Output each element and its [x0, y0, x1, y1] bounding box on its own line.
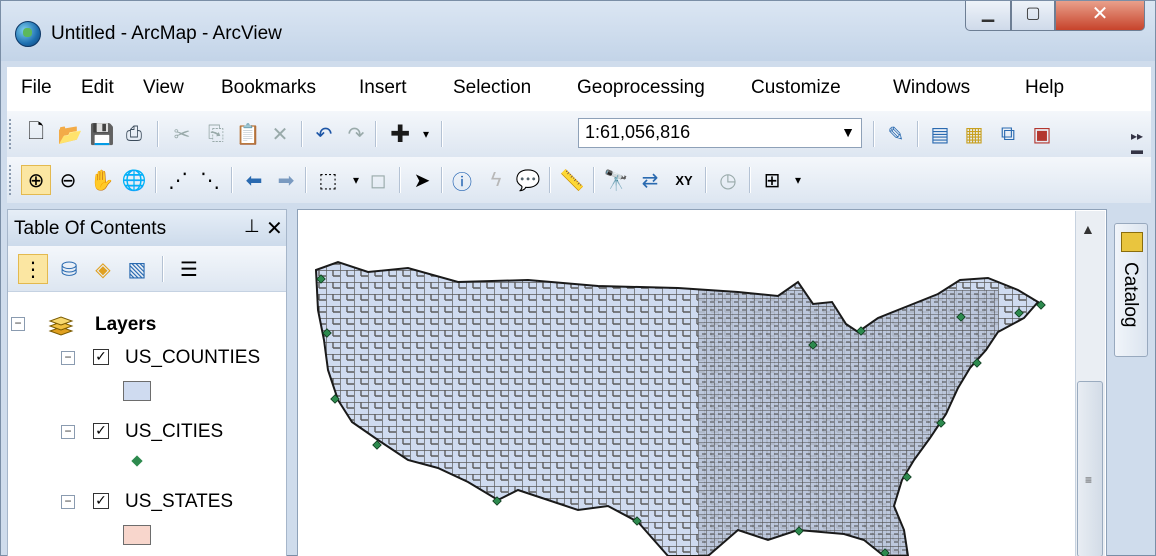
map-scale-value: 1:61,056,816: [585, 122, 691, 142]
clear-selection-icon[interactable]: ◻: [363, 165, 393, 195]
measure-icon[interactable]: 📏: [557, 165, 587, 195]
scroll-thumb[interactable]: [1077, 381, 1103, 556]
close-button[interactable]: ✕: [1055, 1, 1145, 31]
zoom-out-icon[interactable]: ⊖: [53, 165, 83, 195]
new-document-icon[interactable]: 🗋: [21, 119, 51, 149]
arcmap-window: Untitled - ArcMap - ArcView ▁ ▢ ✕ File E…: [0, 0, 1156, 556]
map-display[interactable]: [297, 209, 1107, 556]
search-window-icon[interactable]: ⧉: [993, 119, 1023, 149]
hyperlink-icon[interactable]: ϟ: [481, 165, 511, 195]
time-slider-icon[interactable]: ◷: [713, 165, 743, 195]
layers-icon: [48, 316, 74, 336]
menu-windows[interactable]: Windows: [893, 77, 970, 99]
menu-edit[interactable]: Edit: [81, 77, 114, 99]
menu-file[interactable]: File: [21, 77, 52, 99]
toolbar-overflow-icon[interactable]: ▸▸ ▬: [1131, 129, 1143, 157]
add-data-dropdown-icon[interactable]: ▾: [411, 119, 441, 149]
list-by-visibility-icon[interactable]: ◈: [88, 254, 118, 284]
forward-extent-icon[interactable]: ➡: [271, 165, 301, 195]
identify-icon[interactable]: ⓘ: [447, 165, 477, 195]
find-icon[interactable]: 🔭: [601, 165, 631, 195]
catalog-icon: [1121, 232, 1143, 252]
us-counties-symbol[interactable]: [123, 381, 151, 401]
table-of-contents-icon[interactable]: ▤: [925, 119, 955, 149]
redo-icon[interactable]: ↷: [341, 119, 371, 149]
copy-icon[interactable]: ⎘: [201, 119, 231, 149]
open-folder-icon[interactable]: 📂: [55, 119, 85, 149]
catalog-side-tab[interactable]: Catalog: [1114, 223, 1148, 357]
toolbar-options-icon[interactable]: ▾: [783, 165, 813, 195]
list-by-selection-icon[interactable]: ▧: [122, 254, 152, 284]
window-title: Untitled - ArcMap - ArcView: [51, 23, 282, 44]
delete-icon[interactable]: ✕: [265, 119, 295, 149]
scroll-up-icon[interactable]: ▲: [1081, 221, 1095, 237]
toolbar-grip[interactable]: [9, 119, 13, 149]
paste-icon[interactable]: 📋: [233, 119, 263, 149]
layer-collapse-icon[interactable]: −: [61, 351, 75, 365]
maximize-button[interactable]: ▢: [1011, 1, 1055, 31]
catalog-window-icon[interactable]: ▦: [959, 119, 989, 149]
catalog-tab-label: Catalog: [1120, 262, 1141, 328]
map-scale-combobox[interactable]: 1:61,056,816 ▼: [578, 118, 862, 148]
go-to-xy-icon[interactable]: XY: [669, 165, 699, 195]
list-by-drawing-order-icon[interactable]: ⋮: [18, 254, 48, 284]
us-states-symbol[interactable]: [123, 525, 151, 545]
toc-toolbar: ⋮ ⛁ ◈ ▧ ☰: [8, 246, 286, 292]
html-popup-icon[interactable]: 💬: [513, 165, 543, 195]
menu-geoprocessing[interactable]: Geoprocessing: [577, 77, 705, 99]
back-extent-icon[interactable]: ⬅: [239, 165, 269, 195]
find-route-icon[interactable]: ⇄: [635, 165, 665, 195]
menu-selection[interactable]: Selection: [453, 77, 531, 99]
layers-collapse-icon[interactable]: −: [11, 317, 25, 331]
toc-header: Table Of Contents ⊥ ✕: [8, 210, 286, 246]
close-icon[interactable]: ✕: [266, 216, 283, 241]
menu-insert[interactable]: Insert: [359, 77, 407, 99]
layer-name-us-states[interactable]: US_STATES: [125, 491, 233, 513]
menu-help[interactable]: Help: [1025, 77, 1064, 99]
menu-view[interactable]: View: [143, 77, 184, 99]
menu-customize[interactable]: Customize: [751, 77, 841, 99]
chevron-down-icon[interactable]: ▼: [841, 124, 855, 140]
layer-visibility-checkbox[interactable]: ✓: [93, 349, 109, 365]
undo-icon[interactable]: ↶: [309, 119, 339, 149]
layers-label[interactable]: Layers: [95, 314, 156, 336]
layer-visibility-checkbox[interactable]: ✓: [93, 493, 109, 509]
layer-name-us-counties[interactable]: US_COUNTIES: [125, 347, 260, 369]
toc-title: Table Of Contents: [14, 218, 167, 239]
menu-bookmarks[interactable]: Bookmarks: [221, 77, 316, 99]
fixed-zoom-in-icon[interactable]: ⋰: [163, 165, 193, 195]
save-icon[interactable]: 💾: [87, 119, 117, 149]
editor-toolbar-icon[interactable]: ✎: [881, 119, 911, 149]
toc-options-icon[interactable]: ☰: [174, 254, 204, 284]
menu-bar: File Edit View Bookmarks Insert Selectio…: [7, 67, 1151, 111]
layer-collapse-icon[interactable]: −: [61, 495, 75, 509]
pan-icon[interactable]: ✋: [87, 165, 117, 195]
cut-icon[interactable]: ✂: [167, 119, 197, 149]
us-counties-map[interactable]: [298, 210, 1074, 556]
minimize-button[interactable]: ▁: [965, 1, 1011, 31]
zoom-in-icon[interactable]: ⊕: [21, 165, 51, 195]
print-icon[interactable]: ⎙: [119, 119, 149, 149]
pin-icon[interactable]: ⊥: [244, 216, 260, 237]
layer-visibility-checkbox[interactable]: ✓: [93, 423, 109, 439]
select-features-icon[interactable]: ⬚: [313, 165, 343, 195]
scroll-grip-icon: ≡: [1085, 473, 1093, 487]
list-by-source-icon[interactable]: ⛁: [54, 254, 84, 284]
layer-name-us-cities[interactable]: US_CITIES: [125, 421, 223, 443]
layer-collapse-icon[interactable]: −: [61, 425, 75, 439]
full-extent-icon[interactable]: 🌐: [119, 165, 149, 195]
select-elements-icon[interactable]: ➤: [407, 165, 437, 195]
arctoolbox-icon[interactable]: ▣: [1027, 119, 1057, 149]
toolbar-grip[interactable]: [9, 165, 13, 195]
fixed-zoom-out-icon[interactable]: ⋱: [195, 165, 225, 195]
arcmap-globe-icon: [15, 21, 41, 47]
tools-toolbar: ⊕ ⊖ ✋ 🌐 ⋰ ⋱ ⬅ ➡ ⬚ ▾ ◻ ➤ ⓘ ϟ 💬 📏 🔭 ⇄ XY ◷…: [7, 157, 1151, 203]
